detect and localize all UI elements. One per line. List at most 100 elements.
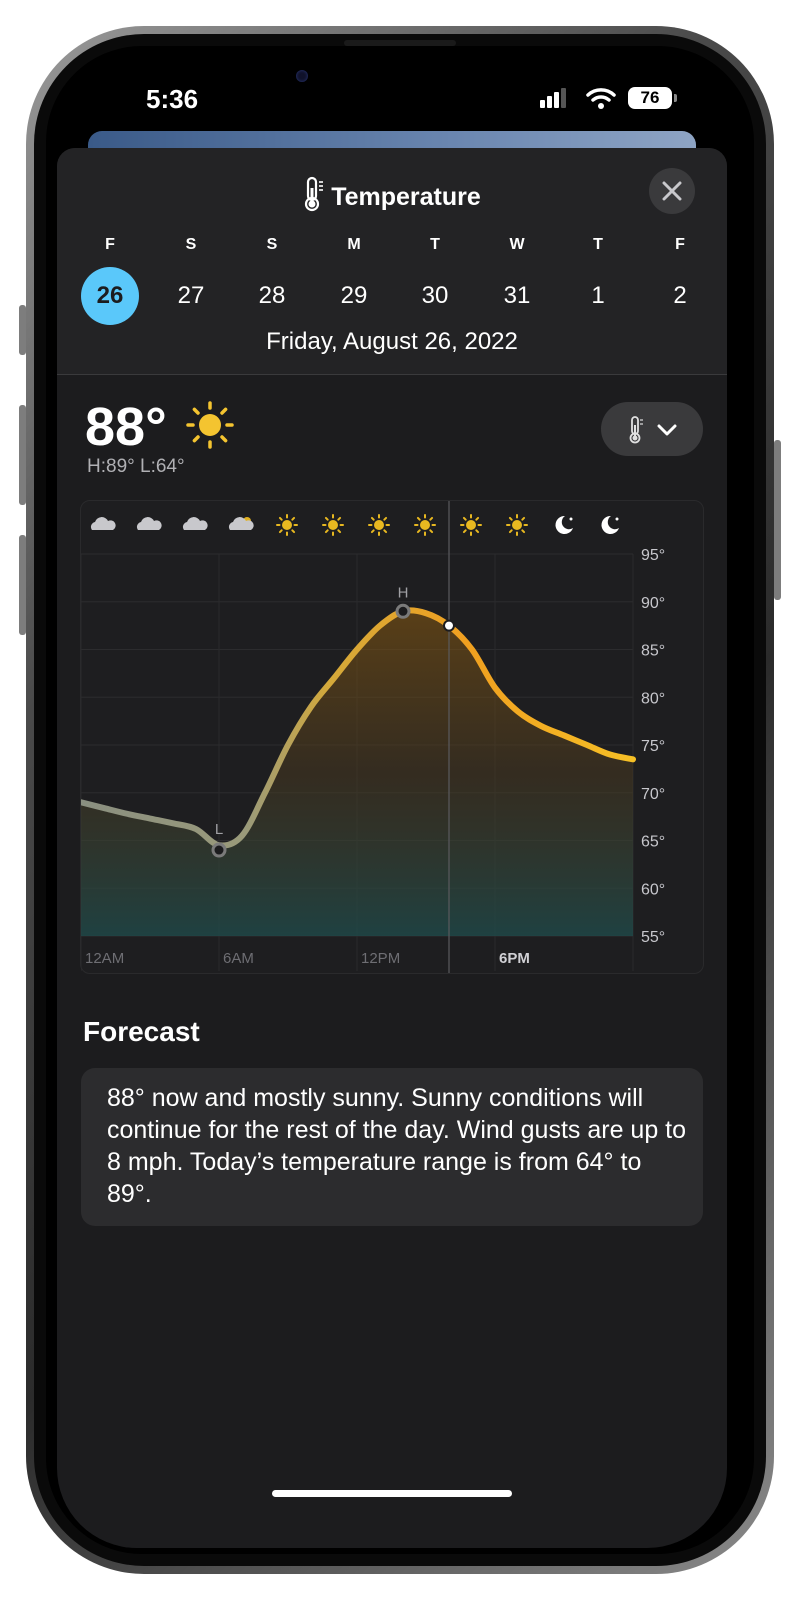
cloud-icon [136,517,162,530]
sheet-header: Temperature F S S M T W T F 26 27 28 29 … [57,148,727,375]
sun-core [420,520,430,530]
sun-core [282,520,292,530]
sun-ray [462,529,467,534]
low-marker-label: L [215,821,223,838]
forecast-card: 88° now and mostly sunny. Sunny conditio… [81,1068,703,1226]
date-button-selected[interactable]: 26 [81,267,139,325]
y-tick-label: 60° [641,881,665,898]
day-of-week: S [185,236,197,253]
sun-icon [185,400,235,455]
sun-icon [460,514,482,536]
home-indicator[interactable] [272,1490,512,1497]
moon-icon [601,515,619,534]
sun-icon [276,514,298,536]
high-low-label: H:89° L:64° [87,456,185,477]
chart-type-menu-button[interactable] [601,402,703,456]
sun-ray [475,529,480,534]
front-camera [296,70,308,82]
day-of-week: F [675,236,685,253]
day-of-week: T [593,236,603,253]
sun-ray [508,516,513,521]
forecast-title: Forecast [83,1016,200,1047]
date-button[interactable]: 31 [488,267,546,325]
cloud-part [136,517,162,530]
temperature-area [81,610,633,936]
high-marker-label: H [398,584,409,601]
sun-ray [370,516,375,521]
cloud-icon [90,517,116,530]
sun-ray [337,529,342,534]
battery-icon: 76 [628,87,672,109]
sun-ray [383,516,388,521]
cloud-icon [182,517,208,530]
x-tick-label: 12AM [85,950,124,967]
cloud-part [90,517,116,530]
sun-core [328,520,338,530]
volume-down-button [19,535,26,635]
power-button [774,440,781,600]
sun-ray [278,529,283,534]
high-marker [395,603,411,619]
sun-icon [368,514,390,536]
current-point-marker [443,619,455,632]
close-icon [662,181,682,201]
sheet-title: Temperature [57,176,727,212]
day-of-week: F [105,236,115,253]
y-tick-label: 55° [641,929,665,946]
sun-core [512,520,522,530]
x-tick-label: 12PM [361,950,400,967]
y-tick-label: 65° [641,834,665,851]
day-of-week: M [347,236,361,253]
date-button[interactable]: 2 [651,267,709,325]
sun-ray [429,529,434,534]
sun-ray [291,529,296,534]
date-button[interactable]: 29 [325,267,383,325]
y-tick-label: 70° [641,786,665,803]
moon-star [569,517,573,521]
sun-icon [414,514,436,536]
volume-up-button [19,405,26,505]
sun-ray [521,516,526,521]
sun-ray [475,516,480,521]
sun-ray [429,516,434,521]
earpiece [344,40,456,46]
forecast-text: 88° now and mostly sunny. Sunny conditio… [107,1084,687,1208]
y-tick-label: 85° [641,643,665,660]
sun-ray [416,529,421,534]
temperature-chart-svg: 95° 90° 85° 80° 75° 70° 65° 60° 55° L H 12AM 6AM 12PM… [78,501,665,973]
low-marker [211,842,227,858]
battery-cap [674,94,677,102]
date-button[interactable]: 1 [569,267,627,325]
x-tick-label: 6PM [499,950,530,967]
date-button[interactable]: 27 [162,267,220,325]
sun-ray [324,516,329,521]
sun-ray [291,516,296,521]
thermometer-icon [629,416,643,444]
day-of-week: S [266,236,278,253]
thermometer-icon [305,176,324,212]
action-button [19,305,26,355]
chevron-down-icon [657,424,677,436]
y-tick-label: 75° [641,738,665,755]
sun-ray [521,529,526,534]
cellular-signal-icon [540,88,568,108]
y-tick-label: 95° [641,547,665,564]
temperature-chart[interactable]: 95° 90° 85° 80° 75° 70° 65° 60° 55° L H 12AM 6AM 12PM… [78,500,704,974]
date-button[interactable]: 28 [243,267,301,325]
sun-ray [337,516,342,521]
close-button[interactable] [649,168,695,214]
sun-ray [416,516,421,521]
temperature-sheet: Temperature F S S M T W T F 26 27 28 29 … [57,148,727,1548]
selected-date-label: Friday, August 26, 2022 [266,328,518,355]
sun-ray [508,529,513,534]
date-button[interactable]: 30 [406,267,464,325]
x-tick-label: 6AM [223,950,254,967]
moon-icon [555,515,573,534]
sun-ray [462,516,467,521]
status-time: 5:36 [146,84,199,114]
day-of-week: T [430,236,440,253]
partly-sunny-icon [228,517,254,530]
day-of-week: W [509,236,525,253]
sun-ray [383,529,388,534]
sun-core [466,520,476,530]
